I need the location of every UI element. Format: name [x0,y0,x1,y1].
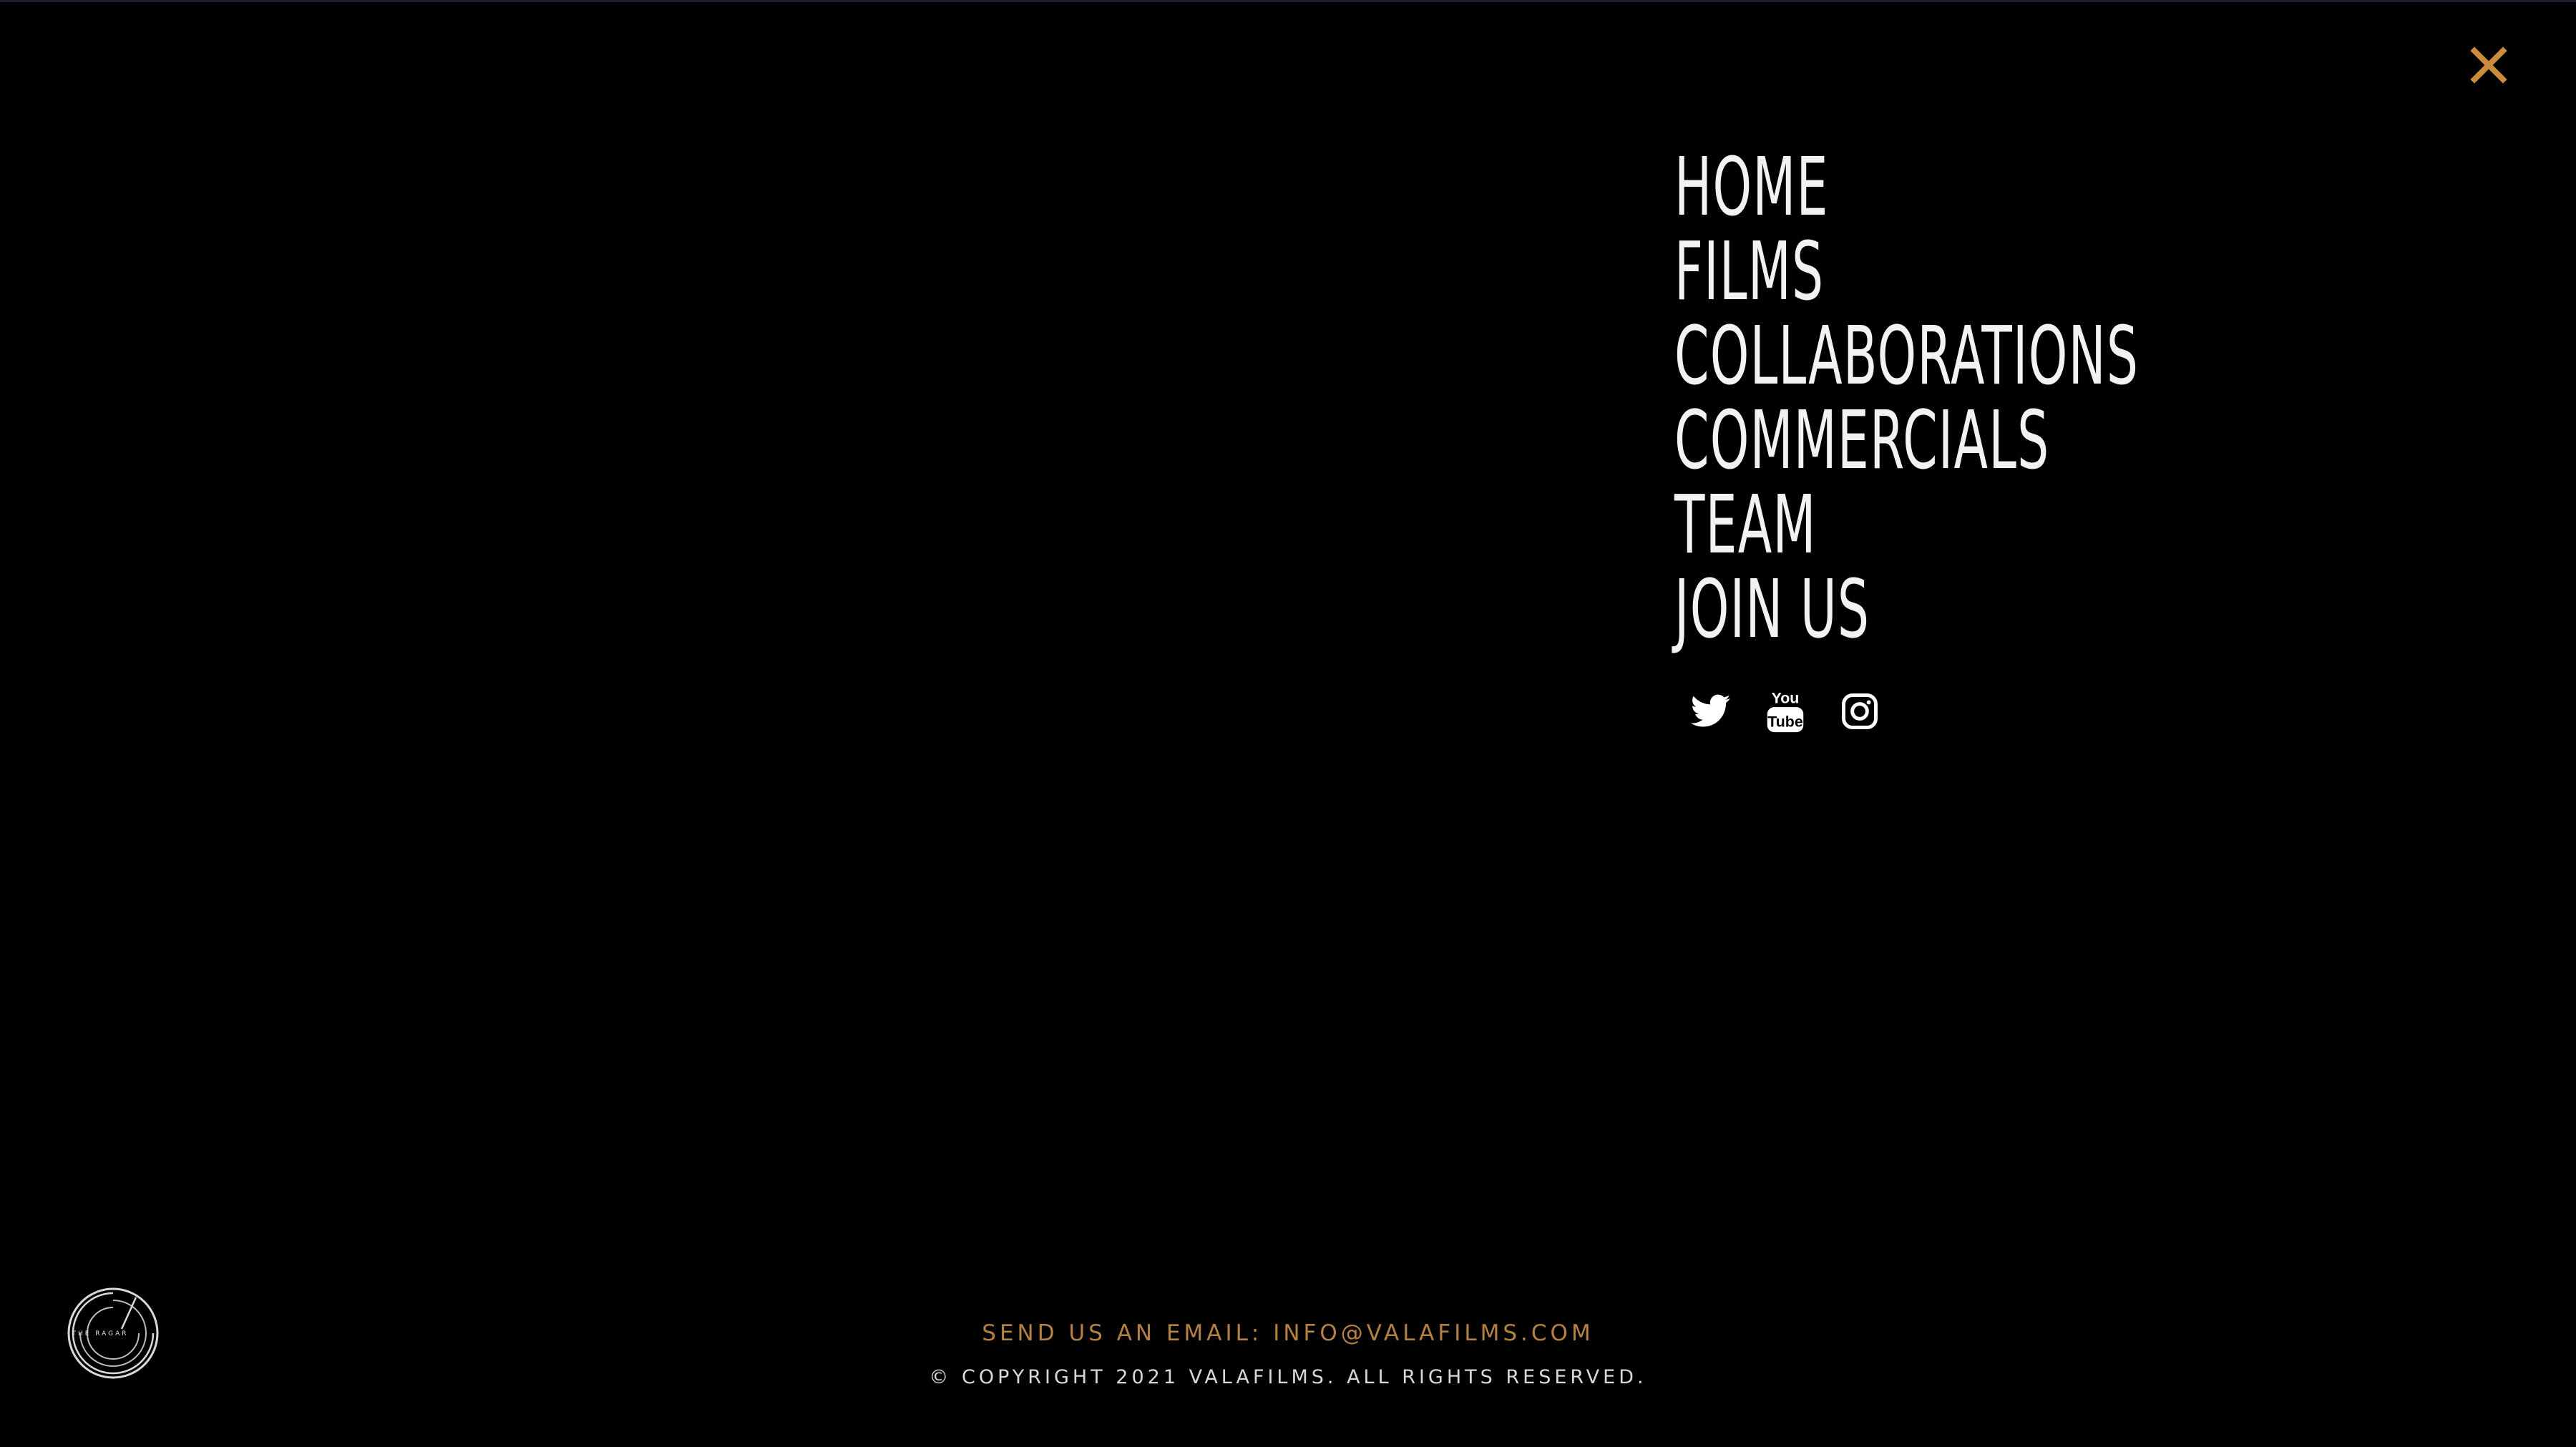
youtube-link[interactable]: You Tube [1763,686,1807,737]
menu-item-commercials[interactable]: COMMERCIALS [1674,399,2139,483]
twitter-link[interactable] [1689,686,1733,737]
youtube-icon: You Tube [1767,689,1804,733]
twitter-icon [1691,694,1731,727]
close-icon [2470,47,2507,84]
svg-text:You: You [1772,689,1800,706]
menu-item-home[interactable]: HOME [1674,145,2139,230]
menu-item-join-us[interactable]: JOIN US [1674,567,2139,652]
menu-item-films[interactable]: FILMS [1674,230,2139,314]
instagram-link[interactable] [1838,686,1882,737]
menu-item-collaborations[interactable]: COLLABORATIONS [1674,314,2139,399]
email-link[interactable]: INFO@VALAFILMS.COM [1273,1320,1594,1346]
svg-text:Tube: Tube [1767,713,1803,730]
menu-item-team[interactable]: TEAM [1674,483,2139,567]
social-links: You Tube [1689,686,1882,737]
close-button[interactable] [2467,44,2510,87]
main-menu: HOME FILMS COLLABORATIONS COMMERCIALS TE… [1674,145,2424,652]
footer-copyright: © COPYRIGHT 2021 VALAFILMS. ALL RIGHTS R… [929,1366,1647,1388]
footer-email-line: SEND US AN EMAIL: INFO@VALAFILMS.COM [0,1320,2576,1346]
menu-overlay: HOME FILMS COLLABORATIONS COMMERCIALS TE… [0,0,2576,1447]
email-prefix: SEND US AN EMAIL: [982,1320,1274,1346]
instagram-icon [1842,693,1878,729]
